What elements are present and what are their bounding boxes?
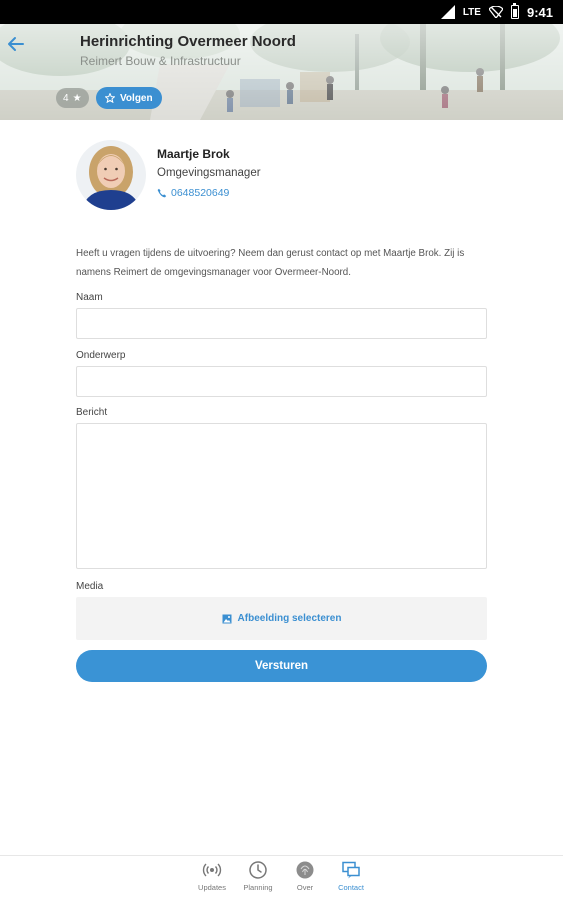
fingerprint-icon — [295, 860, 315, 880]
contact-phone-link[interactable]: 0648520649 — [157, 187, 229, 199]
nav-item-over[interactable]: Over — [283, 860, 327, 892]
contact-role: Omgevingsmanager — [157, 167, 261, 179]
back-arrow-icon[interactable] — [6, 34, 26, 54]
cell-signal-icon — [440, 5, 455, 19]
star-icon: ★ — [72, 92, 82, 104]
subject-field[interactable] — [76, 366, 487, 397]
image-icon — [222, 614, 232, 623]
broadcast-icon — [202, 860, 222, 880]
send-button[interactable]: Versturen — [76, 650, 487, 682]
avatar — [76, 140, 146, 210]
message-field[interactable] — [76, 423, 487, 569]
project-title: Herinrichting Overmeer Noord — [80, 33, 296, 50]
follower-count: 4 — [63, 92, 69, 104]
contact-name: Maartje Brok — [157, 147, 230, 161]
nav-item-updates[interactable]: Updates — [190, 860, 234, 892]
select-image-button[interactable]: Afbeelding selecteren — [76, 597, 487, 640]
chat-icon — [341, 860, 361, 880]
select-image-label: Afbeelding selecteren — [237, 613, 342, 624]
nav-label-updates: Updates — [198, 883, 226, 892]
nav-item-contact[interactable]: Contact — [329, 860, 373, 892]
follow-label: Volgen — [120, 92, 153, 104]
media-label: Media — [76, 581, 104, 592]
network-type: LTE — [462, 6, 481, 18]
status-bar-indicators: LTE 9:41 — [440, 0, 553, 24]
wifi-icon — [488, 6, 503, 18]
project-company: Reimert Bouw & Infrastructuur — [80, 54, 241, 68]
battery-icon — [510, 3, 519, 19]
contact-phone-number: 0648520649 — [171, 187, 230, 199]
contact-photo — [76, 140, 146, 210]
clock-time: 9:41 — [526, 4, 553, 20]
phone-icon — [157, 188, 167, 198]
star-outline-icon — [105, 93, 115, 103]
name-field[interactable] — [76, 308, 487, 339]
follower-count-badge: 4 ★ — [56, 88, 89, 108]
nav-label-planning: Planning — [243, 883, 273, 892]
message-label: Bericht — [76, 407, 108, 418]
nav-label-contact: Contact — [338, 883, 364, 892]
bottom-navigation: Updates Planning Over Contact — [0, 855, 563, 900]
name-label: Naam — [76, 292, 103, 303]
subject-label: Onderwerp — [76, 350, 126, 361]
status-bar: LTE 9:41 — [0, 0, 563, 24]
nav-item-planning[interactable]: Planning — [236, 860, 280, 892]
clock-icon — [248, 860, 268, 880]
project-header: Herinrichting Overmeer Noord Reimert Bou… — [0, 24, 563, 120]
nav-label-over: Over — [296, 883, 314, 892]
intro-text: Heeft u vragen tijdens de uitvoering? Ne… — [76, 248, 465, 278]
follow-button[interactable]: Volgen — [96, 87, 162, 109]
